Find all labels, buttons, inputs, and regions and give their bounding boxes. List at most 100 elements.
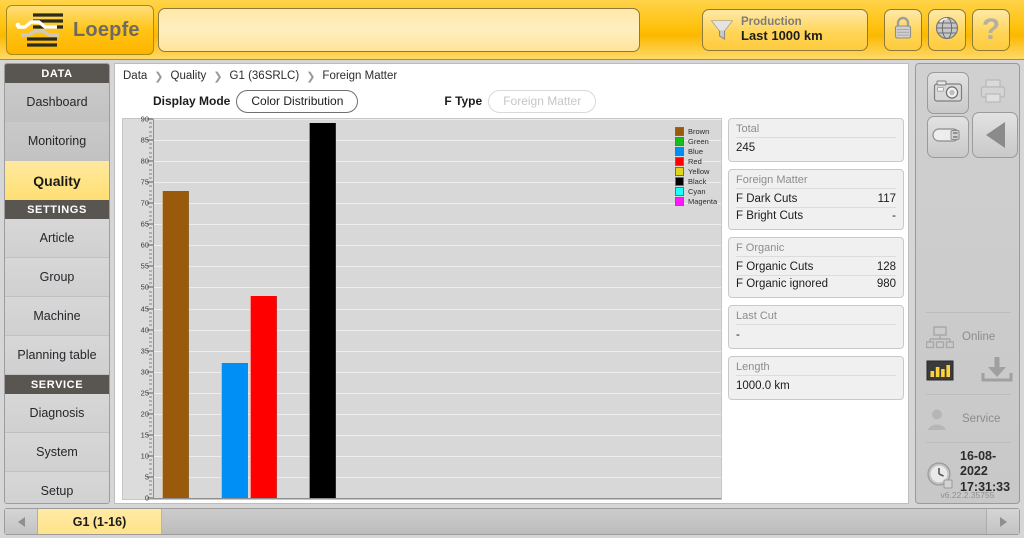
y-axis-minor-tick — [149, 316, 152, 318]
length-card: Length 1000.0 km — [728, 356, 904, 400]
app-header: Loepfe Production Last 1000 km ? — [0, 0, 1024, 60]
y-axis-minor-tick — [149, 425, 152, 427]
length-card-title: Length — [736, 361, 896, 376]
lock-button[interactable] — [884, 9, 922, 51]
user-icon — [926, 407, 954, 431]
last-cut-card-value: - — [736, 329, 740, 341]
sidebar-item-monitoring[interactable]: Monitoring — [5, 122, 109, 161]
breadcrumb-item-foreign-matter[interactable]: Foreign Matter — [322, 70, 397, 82]
y-axis-minor-tick — [149, 261, 152, 263]
breadcrumb-item-group[interactable]: G1 (36SRLC) — [230, 70, 300, 82]
row-value: 128 — [876, 261, 896, 273]
y-axis-minor-tick — [149, 143, 152, 145]
f-organic-card: F Organic F Organic Cuts 128 F Organic i… — [728, 237, 904, 298]
sidebar-group-settings: SETTINGS — [5, 200, 109, 219]
display-mode-select[interactable]: Color Distribution — [236, 89, 359, 113]
printer-icon — [979, 78, 1007, 109]
y-axis-minor-tick — [149, 257, 152, 259]
breadcrumb-item-quality[interactable]: Quality — [171, 70, 207, 82]
y-axis-minor-tick — [149, 211, 152, 213]
y-axis-minor-tick — [149, 493, 152, 495]
group-tab-bar: G1 (1-16) — [4, 508, 1020, 535]
y-axis-minor-tick — [149, 409, 152, 411]
chart-gridline — [154, 329, 721, 331]
print-button[interactable] — [972, 72, 1014, 114]
breadcrumb-separator-icon: ❯ — [213, 70, 223, 83]
y-axis-minor-tick — [149, 463, 152, 465]
sidebar-item-group[interactable]: Group — [5, 258, 109, 297]
sidebar-item-quality[interactable]: Quality — [5, 161, 109, 200]
y-axis-minor-tick — [149, 383, 152, 385]
y-axis-minor-tick — [149, 169, 152, 171]
back-button[interactable] — [972, 112, 1018, 158]
legend-label: Blue — [688, 146, 704, 156]
camera-icon — [933, 79, 963, 108]
y-axis-minor-tick — [149, 227, 152, 229]
statistics-panel: Total 245 Foreign Matter F Dark Cuts 117… — [728, 118, 904, 407]
sidebar-item-machine[interactable]: Machine — [5, 297, 109, 336]
chart-gridline — [154, 203, 721, 205]
chart-toolbar: Display Mode Color Distribution F Type F… — [115, 86, 908, 116]
chart-gridline — [154, 245, 721, 247]
clock-block: 16-08-2022 17:31:33 — [926, 448, 1019, 494]
chevron-right-icon — [999, 516, 1007, 527]
language-button[interactable] — [928, 9, 966, 51]
production-filter-button[interactable]: Production Last 1000 km — [702, 9, 868, 51]
next-group-button[interactable] — [986, 509, 1019, 534]
y-axis-minor-tick — [149, 442, 152, 444]
y-axis-minor-tick — [149, 164, 152, 166]
sidebar-item-planning-table[interactable]: Planning table — [5, 336, 109, 375]
breadcrumb: Data ❯ Quality ❯ G1 (36SRLC) ❯ Foreign M… — [123, 67, 397, 85]
y-axis-minor-tick — [149, 270, 152, 272]
chart-bar-black — [308, 123, 336, 498]
search-input[interactable] — [159, 9, 639, 51]
sidebar-item-dashboard[interactable]: Dashboard — [5, 83, 109, 122]
legend-swatch — [675, 146, 684, 156]
sidebar-item-setup[interactable]: Setup — [5, 472, 109, 503]
sidebar-item-diagnosis[interactable]: Diagnosis — [5, 394, 109, 433]
network-icon — [925, 325, 955, 349]
last-cut-card-title: Last Cut — [736, 310, 896, 325]
usb-export-button[interactable] — [927, 116, 969, 158]
y-axis-minor-tick — [149, 173, 152, 175]
tab-bar-filler — [162, 509, 986, 534]
breadcrumb-item-data[interactable]: Data — [123, 70, 147, 82]
y-axis-minor-tick — [149, 345, 152, 347]
sidebar-nav: DATA Dashboard Monitoring Quality SETTIN… — [4, 63, 110, 504]
legend-swatch — [675, 176, 684, 186]
f-type-select[interactable]: Foreign Matter — [488, 89, 597, 113]
y-axis-minor-tick — [149, 333, 152, 335]
usb-stick-icon — [932, 126, 964, 149]
y-axis-minor-tick — [149, 131, 152, 133]
total-card: Total 245 — [728, 118, 904, 162]
y-axis-minor-tick — [149, 253, 152, 255]
chart-bar-blue — [220, 363, 248, 498]
y-axis-minor-tick — [149, 366, 152, 368]
y-axis-minor-tick — [149, 135, 152, 137]
row-value: - — [892, 210, 896, 222]
y-axis-minor-tick — [149, 379, 152, 381]
help-button[interactable]: ? — [972, 9, 1010, 51]
funnel-icon — [709, 17, 735, 43]
clock-date: 16-08-2022 — [960, 448, 997, 479]
sidebar-item-system[interactable]: System — [5, 433, 109, 472]
y-axis-minor-tick — [149, 472, 152, 474]
y-axis-minor-tick — [149, 421, 152, 423]
y-axis-minor-tick — [149, 312, 152, 314]
group-tab-g1[interactable]: G1 (1-16) — [38, 509, 162, 534]
globe-icon — [934, 15, 960, 46]
y-axis-minor-tick — [149, 358, 152, 360]
prev-group-button[interactable] — [5, 509, 38, 534]
sidebar-item-article[interactable]: Article — [5, 219, 109, 258]
y-axis-minor-tick — [149, 152, 152, 154]
legend-label: Cyan — [688, 186, 706, 196]
sidebar-group-data: DATA — [5, 64, 109, 83]
global-search-field[interactable] — [158, 8, 640, 52]
screenshot-button[interactable] — [927, 72, 969, 114]
y-axis-minor-tick — [149, 459, 152, 461]
download-tray-icon[interactable] — [980, 356, 1014, 387]
bar-chart-icon[interactable] — [926, 359, 956, 383]
y-axis-minor-tick — [149, 468, 152, 470]
y-axis-minor-tick — [149, 299, 152, 301]
chart-gridline — [154, 308, 721, 310]
